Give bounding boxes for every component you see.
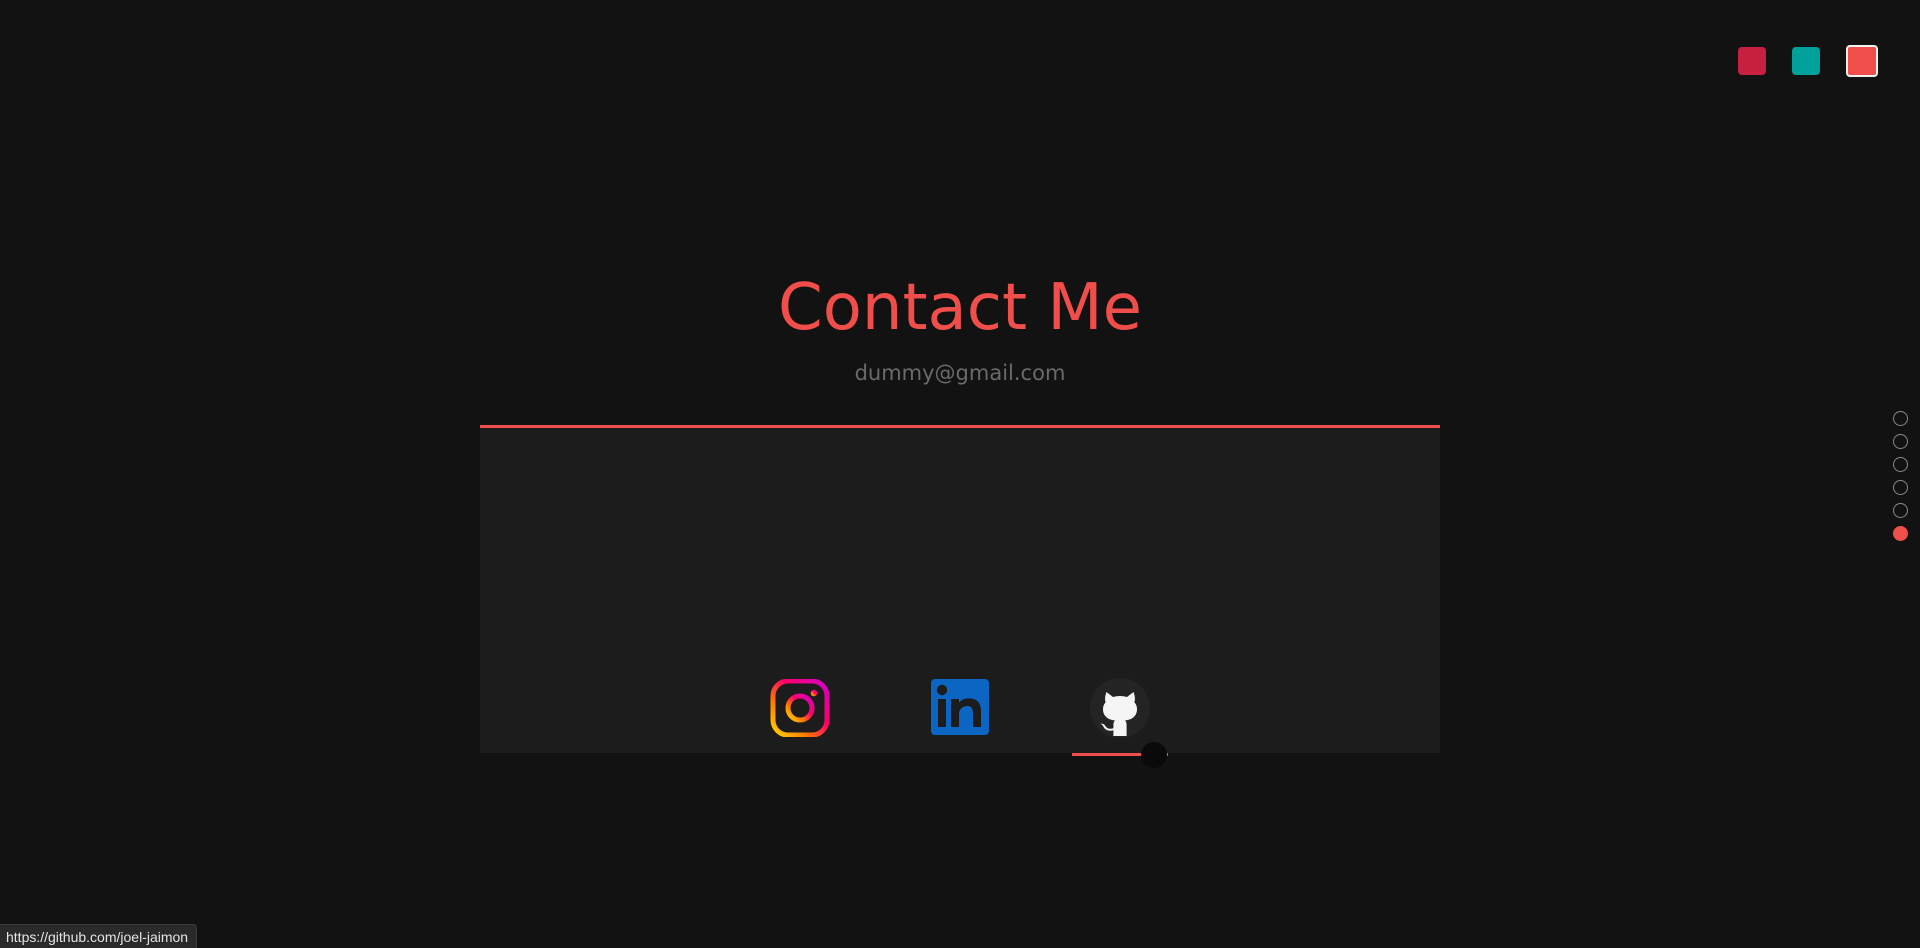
github-icon [1090, 678, 1150, 756]
section-nav-dot-1[interactable] [1893, 411, 1908, 426]
contact-title: Contact Me [778, 271, 1142, 345]
page: Contact Me dummy@gmail.com https://githu… [0, 0, 1920, 948]
instagram-icon [770, 679, 830, 756]
instagram-link[interactable] [752, 676, 848, 756]
section-nav-dot-6[interactable] [1893, 526, 1908, 541]
theme-switcher [1738, 45, 1878, 77]
section-nav [1893, 411, 1908, 541]
cursor-follower [1141, 742, 1167, 768]
theme-swatch-coral[interactable] [1846, 45, 1878, 77]
social-links [480, 676, 1440, 756]
contact-panel [480, 425, 1440, 768]
linkedin-icon [931, 679, 989, 756]
linkedin-link[interactable] [912, 676, 1008, 756]
status-bar-url: https://github.com/joel-jaimon [0, 924, 198, 948]
theme-swatch-teal[interactable] [1792, 47, 1820, 75]
theme-swatch-crimson[interactable] [1738, 47, 1766, 75]
contact-email[interactable]: dummy@gmail.com [0, 358, 1920, 388]
section-nav-dot-2[interactable] [1893, 434, 1908, 449]
section-nav-dot-4[interactable] [1893, 480, 1908, 495]
section-nav-dot-5[interactable] [1893, 503, 1908, 518]
section-nav-dot-3[interactable] [1893, 457, 1908, 472]
